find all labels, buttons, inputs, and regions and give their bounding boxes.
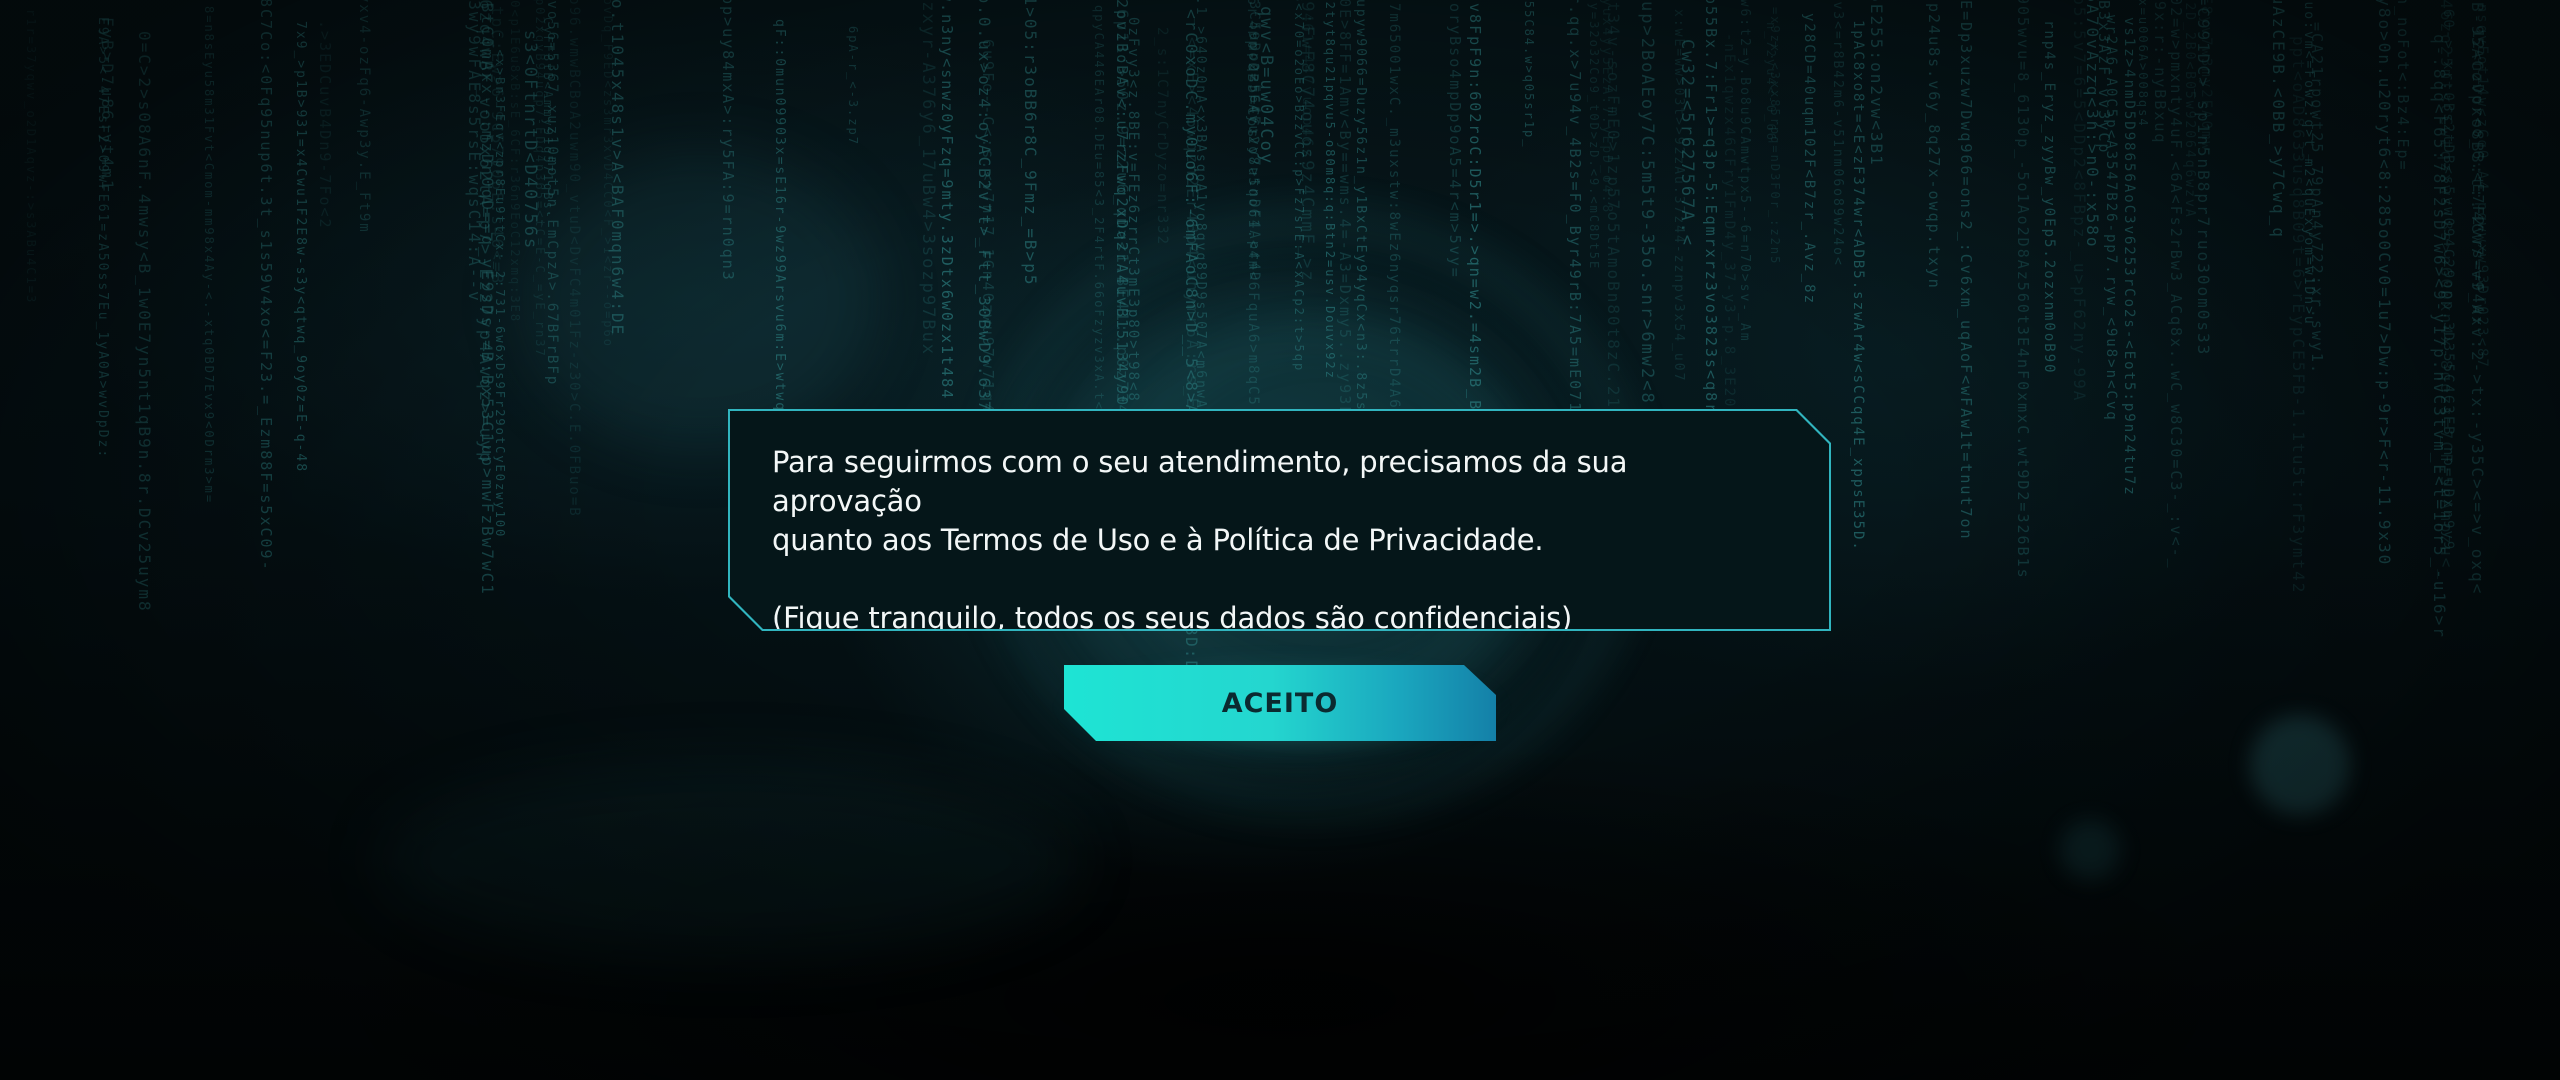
matrix-rain-column: 40x=u006A>008qs4 bbox=[2136, 0, 2150, 128]
matrix-rain-column: 6p11:>50z.9=z2u6_qm><1.BE41:.p0z734o bbox=[1113, 9, 1132, 428]
matrix-rain-column: qq46zo25mt<CCwtqzxws18s>p600xn4x-8qozs=7… bbox=[2437, 0, 2456, 581]
matrix-rain-column: -_<x>Bn3FEqv<zpr8Eu9ttCx:_2:731-6w6xDs9F… bbox=[493, 31, 507, 539]
matrix-rain-column: q-.8qq<F65:78F2sD7w6><9-y17p.nvC3tvm_E<t… bbox=[2430, 34, 2449, 639]
matrix-rain-column: =rq0E>8FF=1Amv<By==wms.4=-A3=Dxmy5..zy93… bbox=[1336, 0, 1354, 451]
matrix-rain-column: p022D_2B0<B05w92064q6wzvA bbox=[2182, 0, 2197, 219]
matrix-rain-column: 6uAzCE9B.<0BB_>y7Cwq_q bbox=[2269, 0, 2288, 239]
matrix-rain-column: FyB>D7u86:yt4m1 bbox=[98, 17, 117, 192]
matrix-rain-column: 8C7Co:<0Fq95nup6t.3t_s1s59v4xo<=F23.=_Ez… bbox=[257, 0, 275, 572]
consent-message-gap bbox=[772, 560, 1782, 599]
matrix-rain-column: wr2A6-A0C5p<A3547B26-pp7.ryw_<9u8>n<Cvq bbox=[2103, 15, 2119, 422]
matrix-rain-column: 51>05:r3oBB6r8C_9Fmz_=B>p5 bbox=[1021, 0, 1040, 287]
matrix-rain-column: x:wE=ww>03t>>92zAu.37z44-zznpv3x54_u07 bbox=[1671, 9, 1686, 383]
matrix-rain-column: 0zFvy3<z.8BE:v=FEz6zrrCt3mE3p80>t98<8 bbox=[1125, 17, 1141, 403]
matrix-rain-column: E9A>5<-47EsF2>09wFE61=zA50ss7Eu_1yA0A>wv… bbox=[95, 17, 110, 460]
matrix-rain-column: 6pA-r_<-3.zp7 bbox=[846, 26, 860, 146]
matrix-rain-column: B0<p1E6u8xB:sE_6CF:r36n9EoC12xmq:3E8 bbox=[508, 0, 522, 324]
background-orb-right bbox=[2250, 715, 2350, 815]
matrix-rain-column: 0=C>2>s08A6nF.4mwsy<B_1w0E7yn5nt1qB9n.8r… bbox=[135, 31, 154, 613]
matrix-rain-column: n_72yu4<-0_66 bbox=[1764, 22, 1778, 142]
consent-message: Para seguirmos com o seu atendimento, pr… bbox=[772, 443, 1782, 635]
consent-screen: 49mo2=rFAyu2o8u5qo61.<4m<6FquA6>m8qC5 8=n… bbox=[0, 0, 2560, 1080]
matrix-rain-column: 1pAC8xo8t=<E<zF374wr<ADB5.szwAr4w<sCCqq4… bbox=[1850, 20, 1866, 552]
matrix-rain-column: =zy8o>0n.u20ryt6<8:285o0Cv0=1u7>Dw:p-9r>… bbox=[2375, 0, 2394, 567]
consent-message-line-1: Para seguirmos com o seu atendimento, pr… bbox=[772, 445, 1628, 518]
matrix-rain-column: p02xqyB94uqp7-EDq4p365=<tC=E-C_=yE_rn37 bbox=[533, 0, 547, 358]
matrix-rain-column: 367o.t1045x48s1v>A<BAF0mqn6w4:DE bbox=[608, 0, 627, 337]
matrix-rain-column: A9:FwF8C74ouos9z4CmmE_>z bbox=[1297, 0, 1317, 283]
matrix-rain-column: vmn_noFot<:Bz4:Ep= bbox=[2394, 0, 2412, 172]
matrix-rain-column: up>2BoAEoy7C:5m5t9-35o.snr>6mw2<8 bbox=[1637, 1, 1657, 405]
accept-button[interactable]: ACEITO bbox=[1064, 665, 1496, 741]
matrix-rain-column: B3x3AzF_vv3yCp bbox=[2095, 0, 2113, 155]
matrix-rain-column: y28CD=40uqm102F<B7zr_.Avz_8z bbox=[1801, 13, 1817, 306]
consent-reassurance: (Fique tranquilo, todos os seus dados sã… bbox=[772, 601, 1573, 635]
matrix-rain-column: q3tC55C84.w>q05sr1p_ bbox=[1522, 0, 1536, 149]
matrix-rain-column: 60->-xr:0Bs2tDB<s5vw094C29opp.3D355C4C3F… bbox=[2440, 9, 2456, 552]
matrix-rain-column: .6st34v-sozFmE0>1zp57o5tAmoBn80t8zC.21w9 bbox=[1604, 0, 1623, 433]
background-glow-left bbox=[520, 150, 880, 450]
matrix-rain-column: B-95ACovpxo8B3:t:.4Cw7-v9_Axv:2->tx:-y35… bbox=[2468, 2, 2487, 596]
matrix-rain-column: twyxv4-ozFq6-Awp3y.E_Ft9m bbox=[356, 0, 372, 234]
matrix-rain-column: v6E=Dp3xuzw7Dwq966=ons2_:Cv6xm_uqAoF<wFA… bbox=[1957, 0, 1975, 541]
matrix-rain-column: q=B2tyt8qu21pqvu5-o80m8q:q:Btn2=usv.Douv… bbox=[1323, 0, 1337, 380]
matrix-rain-column: >.oryBso4mpDp9oA5=4r<m>5vy= bbox=[1446, 0, 1464, 279]
matrix-rain-column: 06zq4wBF_voo5x62tA=p7>-Ez27yp4Avqz>=uyp bbox=[475, 0, 495, 465]
matrix-rain-column: 905wvu=8_6130p_-5o1Ao2D8Az560t3E4nF0xmxC… bbox=[2014, 0, 2032, 580]
matrix-rain-column: qBtC0mAxx--:mzDn0qD==q_yE9sDs-=B:Bx53C1u… bbox=[478, 0, 497, 596]
matrix-rain-column: 3<x70=o2oEo>BzzvCC:p>Fz7srE:A<xACp2:t>5q… bbox=[1292, 0, 1306, 373]
matrix-rain-column: 7w.n3ny<snwz0yFzq=9mty.3zDtx6w0zx1t484 bbox=[938, 0, 956, 401]
matrix-rain-column: oF8yv7w3my2EA0mw bbox=[2198, 0, 2214, 152]
matrix-rain-column: ppt<oAD8633usq8B09t=6>rEypCE5FB-1.1tu5t:… bbox=[2289, 36, 2308, 595]
matrix-rain-column: 7zxyr-A376y6_17uBw4>3sozp97Bux bbox=[918, 0, 938, 357]
matrix-rain-column: =CA21rpowt25_79pAn4y722:xr.swy1. bbox=[2308, 22, 2326, 375]
matrix-rain-column: .5A70vAzzq<3n:>n0-:x58o bbox=[2083, 0, 2102, 249]
matrix-rain-column: Cw32=<5r627567A.< bbox=[1677, 39, 1697, 247]
matrix-rain-column: CyFF8tB<Ammy91q571qBs-_ bbox=[541, 17, 555, 230]
matrix-rain-column: 3=C991DC>_sp1n5nB8pr7ruo30om0s33 bbox=[2194, 0, 2213, 357]
matrix-rain-column: 12<nzDor<o_6.<E7F2vrs==F4w: bbox=[2469, 29, 2487, 327]
matrix-rain-column: E1x6r-rp-0B5=C6s bbox=[1244, 0, 1262, 140]
matrix-rain-column: -20y=32o32Co9_t0D>zD.<9.<mC8Dt5E bbox=[1587, 0, 1601, 271]
matrix-rain-column: EA_v3<=r8B42m6-v51nm06o89w24o< bbox=[1830, 0, 1845, 267]
matrix-rain-column: 2_s:1C7nyCrDyzo=nr332 bbox=[1154, 27, 1170, 247]
matrix-rain-column: .>3EDCuvB4Dn9-7Fo<2 bbox=[316, 20, 334, 230]
matrix-rain-column: yux4yy5EzA:7.yEpD_o4:8 bbox=[1599, 0, 1614, 215]
matrix-rain-column: -19x:r:-nyBBxuq bbox=[2151, 0, 2169, 145]
matrix-rain-column: =<w6:t2=y.Bo8u9CAmwtpx5--6=n70>sv-_Am bbox=[1737, 0, 1752, 343]
matrix-rain-column: 8=n8sEyu58m31Fvt<Cmom-mm98x4Ay-<.-xtq0BD… bbox=[202, 6, 216, 505]
consent-dialog: Para seguirmos com o seu atendimento, pr… bbox=[728, 409, 1831, 631]
matrix-rain-column: vs1z>4nmD5D98656AoC3v6253rCo2s-<Eot5:p9n… bbox=[2121, 17, 2137, 497]
background-glow-bottom bbox=[380, 760, 1080, 960]
matrix-rain-column: 49mo2=rFAyu2o8u5qo61.<4m<6FquA6>m8qC5 bbox=[1245, 21, 1261, 407]
matrix-rain-column: qwv<B=uw04Coy bbox=[1256, 6, 1276, 166]
matrix-rain-column: upyw9066=Duzy56z1n_y1BxCtEy94yqCx<n3:.8z… bbox=[1353, 0, 1368, 452]
matrix-rain-column: tpC:Ew>6-9C57906E:s46<=B bbox=[488, 6, 507, 286]
matrix-rain-column: xvo56=5367_xuz10mot5n.EmCpzA>.67BFrBFp bbox=[544, 0, 560, 387]
matrix-rain-column: 7x9_>p1B>931=x4Cwu1F2E8w-s3y<qtwq_9oy0z=… bbox=[293, 21, 308, 474]
background-orb-right-small bbox=[2060, 820, 2120, 880]
matrix-rain-column: Ds3C5uDpqz564F:vy7>tnDF4Apr4D bbox=[1246, 0, 1262, 283]
matrix-rain-column: <_3wy9wFAE8s5rsE:wqsC14:A--v bbox=[465, 0, 484, 303]
consent-message-line-2: quanto aos Termos de Uso e à Política de… bbox=[772, 523, 1544, 557]
matrix-rain-column: q502=w>pmxnty4uF.<6A<Fs2rBw3_ACq8x..wC_w… bbox=[2167, 0, 2185, 570]
matrix-rain-column: s3<0FtnrtD<D40756s bbox=[520, 30, 540, 251]
matrix-rain-column: F4:uo:vm<=Fowz:q>t_m2<quExyom=w1Dn>u bbox=[2301, 0, 2316, 326]
matrix-rain-column: rz2pvzBoBAv<:u7rzFwq2xDq2rA4uvB15134y90-… bbox=[1113, 0, 1131, 430]
matrix-rain-column: 9-nsqvEot14w<zCq0.A4.pqwwxw93Dr023<87 bbox=[2474, 0, 2490, 369]
matrix-rain-column: o55Bx.7:Fr1>=q3p-5:Eqmrxrz3vo3823s<q8r-o… bbox=[1702, 0, 1720, 448]
matrix-rain-column: p24u8s.v6y_8q27x-owqp.txyn bbox=[1925, 3, 1943, 290]
matrix-rain-column: 461=447yuop46z. bbox=[1299, 13, 1315, 170]
matrix-rain-column: w55E255:on2vw<3B1 bbox=[1867, 0, 1886, 167]
consent-dialog-body: Para seguirmos com o seu atendimento, pr… bbox=[730, 411, 1829, 629]
matrix-rain-column: r1r=37yqwv_o2D1Aqvz-:>s3ABu4C1=3 bbox=[24, 9, 38, 305]
matrix-rain-column: =x9zx.<3xx85rpq=nD3F0r_:z2n5 bbox=[1768, 7, 1782, 266]
matrix-rain-column: rnp4s_Eryz_zyyBw_y0Ep5.2ozxnm0oB90 bbox=[2041, 20, 2057, 375]
matrix-rain-column: 0r5o96.wmwBCBoA2uwm90_vtuD<DvFC4m01Fz-z3… bbox=[566, 0, 582, 518]
matrix-rain-column: qpp>uy84mxA>:ry5FA:9=rn0qn3 bbox=[719, 0, 737, 282]
matrix-rain-column: pyovDq_F9ED<zs3mr3xvD4CC0<F_>1<zr--o=p6o bbox=[601, 0, 615, 348]
matrix-rain-column: 3ro5:5v7=6=5<DDp2<8FBpz-_u>pF62ny-99A bbox=[2070, 0, 2089, 403]
